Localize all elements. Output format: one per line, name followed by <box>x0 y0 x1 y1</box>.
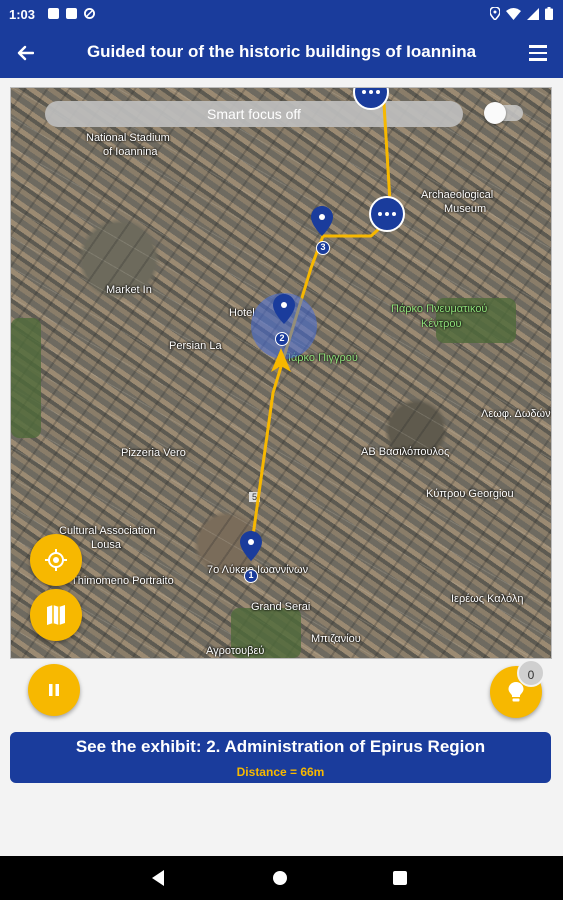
stop-number: 2 <box>275 332 289 346</box>
exhibit-title: See the exhibit: 2. Administration of Ep… <box>75 737 486 756</box>
map-pin-icon[interactable] <box>273 294 295 324</box>
status-time: 1:03 <box>9 7 36 22</box>
menu-button[interactable] <box>525 41 551 65</box>
pause-button[interactable] <box>28 664 80 716</box>
status-icons <box>490 7 553 20</box>
wifi-icon <box>506 7 521 20</box>
data-saver-icon <box>84 8 95 19</box>
signal-icon <box>527 7 539 20</box>
user-location-arrow-icon <box>271 348 291 372</box>
pause-icon <box>49 684 59 696</box>
stop-number: 1 <box>244 569 258 583</box>
hint-count-badge: 0 <box>517 659 545 687</box>
nav-home-icon[interactable] <box>273 871 287 885</box>
exhibit-banner[interactable]: See the exhibit: 2. Administration of Ep… <box>10 732 551 783</box>
system-nav-bar <box>0 856 563 900</box>
location-icon <box>490 7 500 20</box>
back-button[interactable] <box>10 39 40 67</box>
nav-recents-icon[interactable] <box>393 871 407 885</box>
exhibit-distance: Distance = 66m <box>236 765 325 779</box>
map-layers-icon <box>47 605 65 625</box>
hamburger-menu-icon <box>529 45 547 48</box>
my-location-icon <box>45 549 67 571</box>
more-options-button[interactable] <box>369 196 405 232</box>
sd-card-icon <box>66 8 77 19</box>
map-pin-icon[interactable] <box>311 206 333 236</box>
route-line <box>249 88 393 551</box>
status-bar: 1:03 <box>0 0 563 28</box>
battery-icon <box>545 7 553 20</box>
stop-number: 3 <box>316 241 330 255</box>
page-title: Guided tour of the historic buildings of… <box>86 42 477 61</box>
locate-me-button[interactable] <box>30 534 82 586</box>
map-pin-icon[interactable] <box>240 531 262 561</box>
notification-icon <box>48 8 59 19</box>
app-bar: Guided tour of the historic buildings of… <box>0 28 563 78</box>
nav-back-icon[interactable] <box>152 870 164 886</box>
map-layers-button[interactable] <box>30 589 82 641</box>
arrow-left-icon <box>17 45 34 61</box>
map-view[interactable]: National Stadium of Ioannina Archaeologi… <box>10 87 552 659</box>
